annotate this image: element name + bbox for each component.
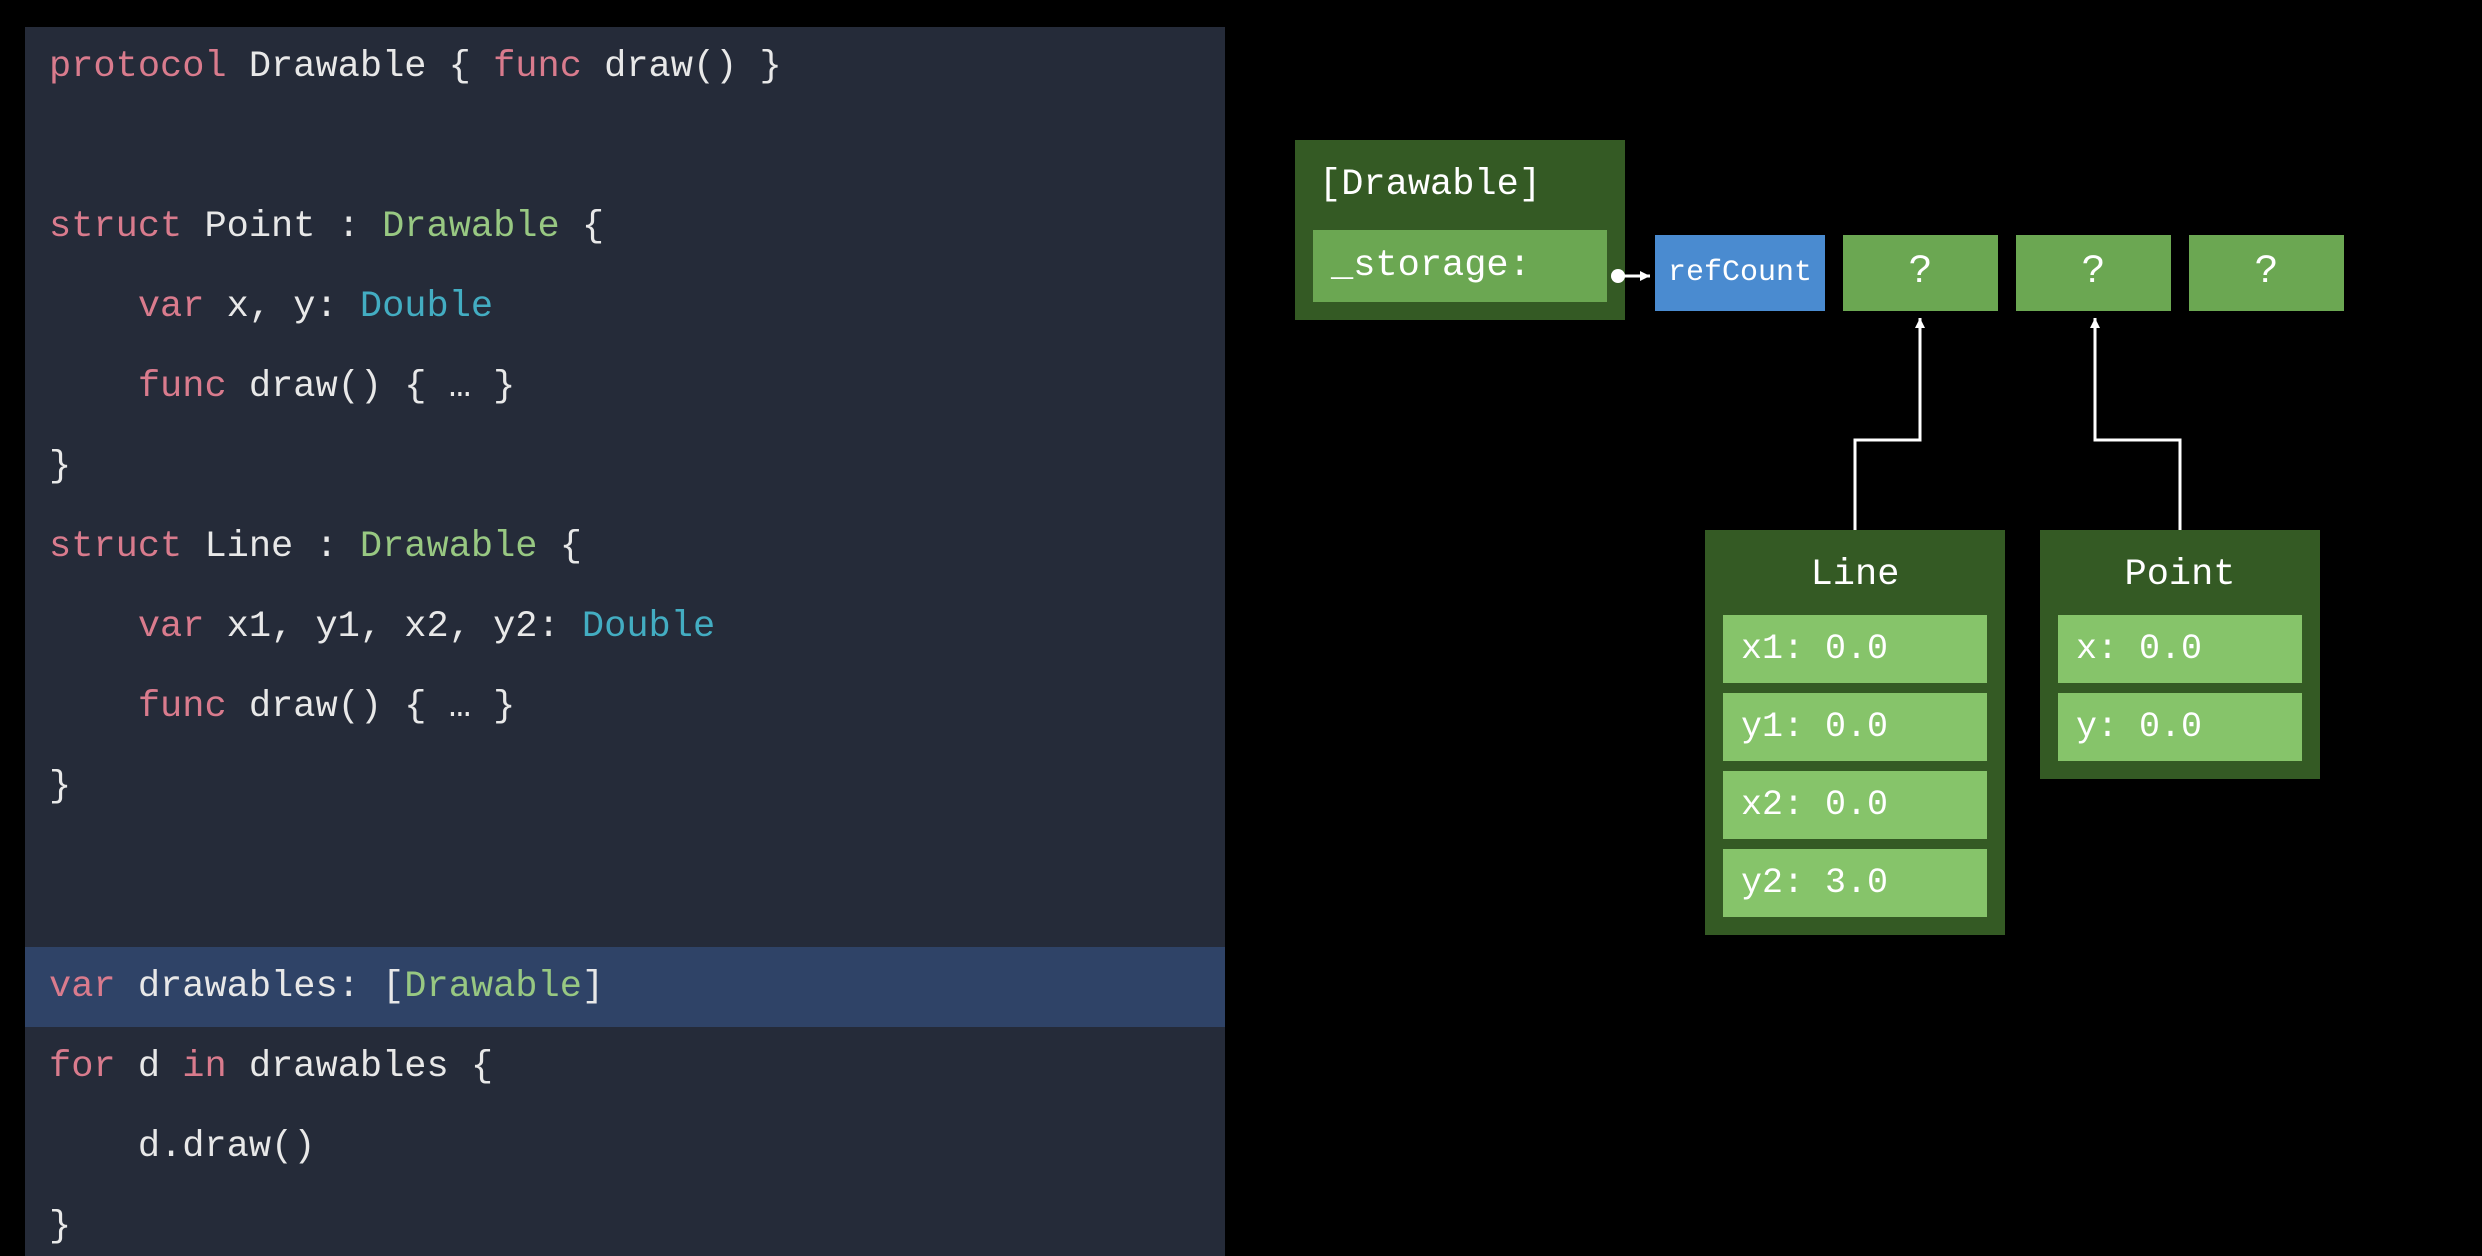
code-line-1: protocol Drawable { func draw() } bbox=[25, 27, 1225, 107]
line-field: x2: 0.0 bbox=[1723, 771, 1987, 839]
line-field: y2: 3.0 bbox=[1723, 849, 1987, 917]
keyword-struct: struct bbox=[49, 526, 182, 568]
code-line-close: } bbox=[25, 1187, 1225, 1256]
point-field: x: 0.0 bbox=[2058, 615, 2302, 683]
code-line-line-draw: func draw() { … } bbox=[25, 667, 1225, 747]
type-double: Double bbox=[582, 606, 715, 648]
line-title: Line bbox=[1723, 545, 1987, 605]
arrow-line-to-slot bbox=[1855, 318, 1920, 530]
stage: protocol Drawable { func draw() } struct… bbox=[0, 0, 2482, 1256]
memory-diagram: [Drawable] _storage: refCount ? ? ? Line bbox=[1250, 0, 2482, 1256]
type-drawable: Drawable bbox=[404, 966, 582, 1008]
code-line-line-vars: var x1, y1, x2, y2: Double bbox=[25, 587, 1225, 667]
code-blank bbox=[25, 827, 1225, 907]
code-line-draw-call: d.draw() bbox=[25, 1107, 1225, 1187]
arrow-point-to-slot bbox=[2095, 318, 2180, 530]
point-title: Point bbox=[2058, 545, 2302, 605]
keyword-for: for bbox=[49, 1046, 116, 1088]
line-field: y1: 0.0 bbox=[1723, 693, 1987, 761]
code-line-close: } bbox=[25, 427, 1225, 507]
keyword-protocol: protocol bbox=[49, 46, 227, 88]
keyword-struct: struct bbox=[49, 206, 182, 248]
keyword-var: var bbox=[49, 966, 116, 1008]
type-double: Double bbox=[360, 286, 493, 328]
keyword-var: var bbox=[138, 606, 205, 648]
keyword-func: func bbox=[138, 366, 227, 408]
point-field: y: 0.0 bbox=[2058, 693, 2302, 761]
code-line-for: for d in drawables { bbox=[25, 1027, 1225, 1107]
keyword-var: var bbox=[138, 286, 205, 328]
code-blank bbox=[25, 907, 1225, 947]
code-panel: protocol Drawable { func draw() } struct… bbox=[25, 27, 1225, 1256]
code-line-point-vars: var x, y: Double bbox=[25, 267, 1225, 347]
code-line-struct-line: struct Line : Drawable { bbox=[25, 507, 1225, 587]
code-line-struct-point: struct Point : Drawable { bbox=[25, 187, 1225, 267]
line-field: x1: 0.0 bbox=[1723, 615, 1987, 683]
line-object-box: Line x1: 0.0 y1: 0.0 x2: 0.0 y2: 3.0 bbox=[1705, 530, 2005, 935]
keyword-func: func bbox=[138, 686, 227, 728]
type-drawable: Drawable bbox=[382, 206, 560, 248]
point-object-box: Point x: 0.0 y: 0.0 bbox=[2040, 530, 2320, 779]
code-line-point-draw: func draw() { … } bbox=[25, 347, 1225, 427]
code-line-close: } bbox=[25, 747, 1225, 827]
code-blank bbox=[25, 107, 1225, 187]
type-drawable: Drawable bbox=[360, 526, 538, 568]
keyword-func: func bbox=[493, 46, 582, 88]
keyword-in: in bbox=[182, 1046, 226, 1088]
code-line-var-drawables: var drawables: [Drawable] bbox=[25, 947, 1225, 1027]
